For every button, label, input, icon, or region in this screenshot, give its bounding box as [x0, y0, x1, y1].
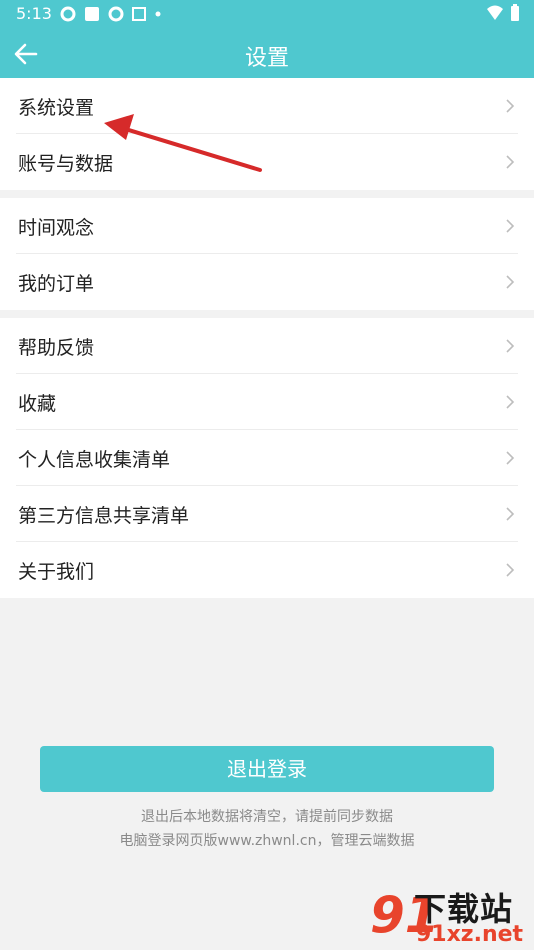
menu-item-favorites[interactable]: 收藏 [16, 374, 518, 430]
menu-item-third-party-sharing-list[interactable]: 第三方信息共享清单 [16, 486, 518, 542]
chevron-right-icon [506, 563, 515, 577]
menu-item-label: 我的订单 [18, 273, 95, 295]
sync-icon [60, 6, 76, 22]
menu-item-personal-info-list[interactable]: 个人信息收集清单 [16, 430, 518, 486]
menu-item-label: 帮助反馈 [18, 337, 95, 359]
chevron-right-icon [506, 275, 515, 289]
settings-group-1: 系统设置 账号与数据 [0, 78, 534, 190]
chevron-right-icon [506, 507, 515, 521]
menu-item-label: 个人信息收集清单 [18, 449, 171, 471]
logout-button[interactable]: 退出登录 [40, 746, 494, 792]
menu-item-help-feedback[interactable]: 帮助反馈 [16, 318, 518, 374]
battery-icon [511, 4, 519, 21]
menu-item-label: 账号与数据 [18, 153, 114, 175]
page-title: 设置 [244, 46, 289, 71]
status-bar: 5:13 [0, 0, 534, 28]
more-dot-icon [155, 11, 161, 17]
app-square-icon [85, 7, 99, 21]
wifi-icon [487, 5, 503, 20]
menu-item-account-data[interactable]: 账号与数据 [16, 134, 518, 190]
chevron-right-icon [506, 395, 515, 409]
chevron-right-icon [506, 99, 515, 113]
chevron-right-icon [506, 339, 515, 353]
chevron-right-icon [506, 155, 515, 169]
menu-item-label: 时间观念 [18, 217, 95, 239]
status-notification-icons [60, 6, 162, 22]
settings-group-2: 时间观念 我的订单 [0, 198, 534, 310]
settings-group-3: 帮助反馈 收藏 个人信息收集清单 第三方信息共享清单 关于我们 [0, 318, 534, 598]
menu-item-label: 收藏 [18, 393, 57, 415]
menu-item-label: 第三方信息共享清单 [18, 505, 190, 527]
menu-item-label: 关于我们 [18, 561, 95, 583]
sync-icon-2 [108, 6, 124, 22]
chevron-right-icon [506, 219, 515, 233]
logout-note-line-1: 退出后本地数据将清空，请提前同步数据 [141, 809, 393, 825]
font-app-icon [132, 7, 146, 21]
watermark-url: 91xz.net [416, 922, 524, 947]
menu-item-about-us[interactable]: 关于我们 [16, 542, 518, 598]
menu-item-time-concept[interactable]: 时间观念 [16, 198, 518, 254]
watermark: 91 下载站 91xz.net [370, 884, 530, 947]
logout-note-line-2: 电脑登录网页版www.zhwnl.cn，管理云端数据 [119, 833, 415, 849]
status-system-icons [486, 4, 520, 22]
app-bar: 设置 [0, 28, 534, 78]
menu-item-my-orders[interactable]: 我的订单 [16, 254, 518, 310]
menu-item-label: 系统设置 [18, 97, 95, 119]
status-time: 5:13 [16, 4, 52, 23]
chevron-right-icon [506, 451, 515, 465]
menu-item-system-settings[interactable]: 系统设置 [16, 78, 518, 134]
